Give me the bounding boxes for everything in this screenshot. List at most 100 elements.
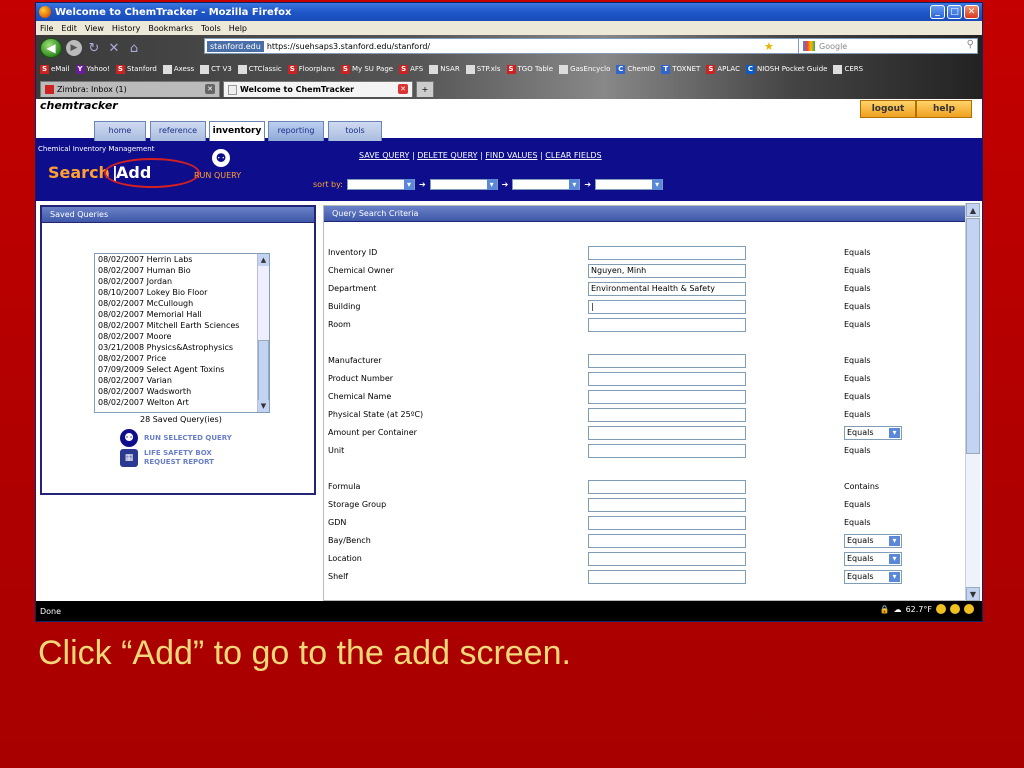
close-tab-icon[interactable]: ✕ — [398, 84, 408, 94]
list-item[interactable]: 03/21/2008 Physics&Astrophysics — [95, 342, 269, 353]
field-input[interactable] — [588, 498, 746, 512]
url-bar[interactable]: stanford.edu https://suehsaps3.stanford.… — [204, 38, 824, 54]
bookmark-item[interactable]: GasEncyclo — [559, 64, 610, 74]
bookmark-item[interactable]: S TGO Table — [506, 64, 553, 74]
weather-icon[interactable]: ☁ — [894, 605, 902, 614]
scroll-up-icon[interactable]: ▲ — [258, 254, 269, 266]
list-item[interactable]: 08/02/2007 Human Bio — [95, 265, 269, 276]
bookmark-item[interactable]: STP.xls — [465, 64, 501, 74]
bookmark-item[interactable]: CT V3 — [200, 64, 232, 74]
search-icon[interactable]: ⚲ — [967, 39, 974, 50]
field-input[interactable] — [588, 426, 746, 440]
sort-select-4[interactable] — [595, 179, 664, 190]
list-item[interactable]: 08/02/2007 Varian — [95, 375, 269, 386]
run-query-icon[interactable]: ⚉ — [212, 149, 230, 167]
bookmark-item[interactable]: S Floorplans — [287, 64, 335, 74]
minimize-button[interactable]: _ — [930, 5, 945, 19]
sort-select-2[interactable] — [429, 179, 498, 190]
close-button[interactable]: ✕ — [964, 5, 979, 19]
tab-zimbra[interactable]: Zimbra: Inbox (1) ✕ — [40, 81, 220, 97]
field-input[interactable] — [588, 318, 746, 332]
bookmark-item[interactable]: SeMail — [40, 64, 70, 74]
tab-reference[interactable]: reference — [150, 121, 206, 141]
bookmark-star-icon[interactable]: ★ — [764, 40, 774, 53]
menu-view[interactable]: View — [85, 24, 104, 33]
bookmark-item[interactable]: Axess — [162, 64, 194, 74]
search-input[interactable]: Google ⚲ — [798, 38, 978, 54]
bookmark-item[interactable]: S APLAC — [706, 64, 740, 74]
maximize-button[interactable]: □ — [947, 5, 962, 19]
list-item[interactable]: 08/02/2007 Mitchell Earth Sciences — [95, 320, 269, 331]
list-item[interactable]: 08/10/2007 Lokey Bio Floor — [95, 287, 269, 298]
bookmark-item[interactable]: T TOXNET — [661, 64, 700, 74]
stop-icon[interactable]: ✕ — [106, 41, 122, 56]
menu-file[interactable]: File — [40, 24, 53, 33]
field-input[interactable] — [588, 246, 746, 260]
list-item[interactable]: 08/02/2007 Herrin Labs — [95, 254, 269, 265]
list-item[interactable]: 08/02/2007 Jordan — [95, 276, 269, 287]
list-item[interactable]: 08/02/2007 Memorial Hall — [95, 309, 269, 320]
logout-button[interactable]: logout — [860, 100, 916, 118]
bookmark-item[interactable]: S Stanford — [115, 64, 157, 74]
saved-queries-list[interactable]: 08/02/2007 Herrin Labs 08/02/2007 Human … — [94, 253, 270, 413]
menu-bookmarks[interactable]: Bookmarks — [148, 24, 193, 33]
field-input[interactable]: Environmental Health & Safety — [588, 282, 746, 296]
bookmark-item[interactable]: CTClassic — [237, 64, 282, 74]
delete-query-link[interactable]: DELETE QUERY — [417, 151, 477, 160]
site-identity[interactable]: stanford.edu — [207, 40, 264, 52]
operator-select[interactable]: Equals — [844, 534, 902, 548]
tab-reporting[interactable]: reporting — [268, 121, 324, 141]
page-scrollbar[interactable]: ▲ ▼ — [965, 203, 980, 601]
field-input[interactable] — [588, 354, 746, 368]
field-input[interactable] — [588, 516, 746, 530]
list-scrollbar[interactable]: ▲ ▼ — [257, 254, 269, 412]
help-button[interactable]: help — [916, 100, 972, 118]
field-input[interactable]: | — [588, 300, 746, 314]
life-safety-label[interactable]: LIFE SAFETY BOX REQUEST REPORT — [144, 449, 214, 467]
list-item[interactable]: 07/09/2009 Select Agent Toxins — [95, 364, 269, 375]
bookmark-item[interactable]: C ChemID — [616, 64, 655, 74]
list-item[interactable]: 08/02/2007 McCullough — [95, 298, 269, 309]
close-tab-icon[interactable]: ✕ — [205, 84, 215, 94]
list-item[interactable]: 08/02/2007 Price — [95, 353, 269, 364]
list-item[interactable]: 08/02/2007 Welton Art — [95, 397, 269, 408]
field-input[interactable]: Nguyen, Minh — [588, 264, 746, 278]
field-input[interactable] — [588, 552, 746, 566]
bookmark-item[interactable]: CERS — [833, 64, 863, 74]
sort-select-1[interactable] — [346, 179, 415, 190]
lock-icon[interactable]: 🔒 — [880, 605, 890, 614]
scroll-up-icon[interactable]: ▲ — [966, 203, 980, 217]
field-input[interactable] — [588, 444, 746, 458]
operator-select[interactable]: Equals — [844, 552, 902, 566]
tab-inventory[interactable]: inventory — [209, 121, 265, 141]
field-input[interactable] — [588, 372, 746, 386]
new-tab-button[interactable]: + — [416, 81, 434, 97]
list-item[interactable]: 08/02/2007 Wadsworth — [95, 386, 269, 397]
list-item[interactable]: 08/02/2007 Moore — [95, 331, 269, 342]
save-query-link[interactable]: SAVE QUERY — [359, 151, 409, 160]
scroll-thumb[interactable] — [258, 340, 269, 402]
sort-select-3[interactable] — [512, 179, 581, 190]
run-selected-label[interactable]: RUN SELECTED QUERY — [144, 434, 232, 442]
bookmark-item[interactable]: S AFS — [399, 64, 423, 74]
tab-chemtracker[interactable]: Welcome to ChemTracker ✕ — [223, 81, 413, 97]
search-link[interactable]: Search — [48, 163, 110, 182]
scroll-thumb[interactable] — [966, 218, 980, 454]
field-input[interactable] — [588, 534, 746, 548]
run-selected-query-button[interactable]: ⚉ RUN SELECTED QUERY — [120, 429, 232, 447]
reload-icon[interactable]: ↻ — [86, 41, 102, 56]
operator-select[interactable]: Equals — [844, 426, 902, 440]
field-input[interactable] — [588, 408, 746, 422]
menu-history[interactable]: History — [112, 24, 140, 33]
bookmark-item[interactable]: C NIOSH Pocket Guide — [745, 64, 827, 74]
run-query-label[interactable]: RUN QUERY — [194, 171, 241, 180]
bookmark-item[interactable]: NSAR — [429, 64, 460, 74]
bookmark-item[interactable]: S My SU Page — [340, 64, 393, 74]
tab-home[interactable]: home — [94, 121, 146, 141]
life-safety-report-button[interactable]: ▦ LIFE SAFETY BOX REQUEST REPORT — [120, 449, 214, 467]
back-icon[interactable]: ◀ — [40, 38, 62, 58]
find-values-link[interactable]: FIND VALUES — [485, 151, 537, 160]
clear-fields-link[interactable]: CLEAR FIELDS — [545, 151, 601, 160]
menu-help[interactable]: Help — [229, 24, 247, 33]
bookmark-item[interactable]: Y Yahoo! — [75, 64, 110, 74]
